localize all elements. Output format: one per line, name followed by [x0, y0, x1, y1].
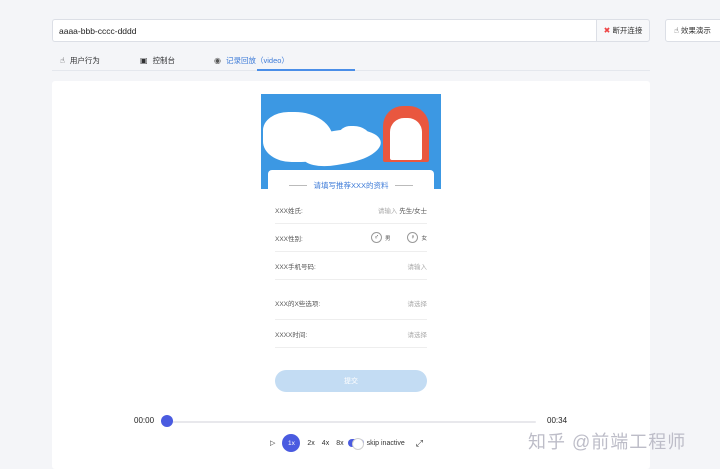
form-header: 请填写推荐XXX的资料 — [268, 170, 434, 189]
demo-button[interactable]: ☝ 效果演示 — [665, 19, 720, 42]
tab-video[interactable]: ◉ 记录回放（video） — [214, 50, 289, 71]
phone-row: XXX手机号码: 请输入 — [275, 252, 427, 280]
session-bar: ✖ 断开连接 — [52, 19, 650, 42]
disconnect-label: 断开连接 — [612, 26, 643, 35]
name-input[interactable]: 请输入 先生/女士 — [378, 205, 427, 215]
banner-illustration: 请填写推荐XXX的资料 — [261, 94, 441, 189]
tab-label: 记录回放（video） — [225, 56, 289, 65]
pointer-icon: ☝ — [60, 56, 65, 65]
phone-input[interactable]: 请输入 — [408, 261, 428, 271]
gender-label: XXX性别: — [275, 235, 303, 243]
play-icon[interactable]: ▷ — [270, 439, 275, 447]
name-suffix: 先生/女士 — [399, 207, 427, 215]
total-time: 00:34 — [547, 416, 568, 425]
demo-label: 效果演示 — [680, 26, 711, 35]
option-label: XXX的X些选项: — [275, 300, 321, 308]
female-label: 女 — [421, 235, 427, 242]
disconnect-icon: ✖ — [603, 26, 611, 35]
name-label: XXX姓氏: — [275, 207, 303, 215]
tab-label: 控制台 — [152, 56, 176, 65]
progress-handle[interactable] — [161, 415, 173, 427]
progress-track[interactable] — [163, 421, 536, 423]
submit-button[interactable]: 提交 — [275, 370, 427, 392]
speed-4x-button[interactable]: 4x — [322, 440, 329, 447]
current-time: 00:00 — [134, 416, 155, 425]
demo-icon: ☝ — [674, 26, 679, 35]
replay-panel: 请填写推荐XXX的资料 XXX姓氏: 请输入 先生/女士 XXX性别: ♂ 男 … — [52, 81, 650, 469]
skip-inactive-label: skip inactive — [366, 439, 405, 447]
speed-2x-button[interactable]: 2x — [307, 440, 314, 447]
replay-form-card: 请填写推荐XXX的资料 XXX姓氏: 请输入 先生/女士 XXX性别: ♂ 男 … — [261, 94, 441, 384]
player-controls: ▷ 1x 2x 4x 8x skip inactive ⤢ — [270, 434, 423, 452]
tab-console[interactable]: ▣ 控制台 — [140, 50, 175, 71]
speed-8x-button[interactable]: 8x — [336, 440, 343, 447]
skip-inactive-toggle[interactable] — [347, 438, 364, 450]
option-select[interactable]: 请选择 — [408, 298, 428, 308]
disconnect-button[interactable]: ✖ 断开连接 — [596, 19, 650, 42]
console-icon: ▣ — [140, 56, 148, 65]
male-label: 男 — [384, 235, 391, 242]
tab-label: 用户行为 — [69, 56, 100, 65]
time-select[interactable]: 请选择 — [408, 329, 428, 339]
session-id-input[interactable] — [52, 19, 596, 42]
name-row: XXX姓氏: 请输入 先生/女士 — [275, 196, 427, 224]
gender-row: XXX性别: ♂ 男 ♀ 女 — [275, 224, 427, 252]
watermark: 知乎 @前端工程师 — [528, 432, 687, 452]
fullscreen-icon[interactable]: ⤢ — [416, 438, 423, 449]
tab-user-behavior[interactable]: ☝ 用户行为 — [60, 50, 100, 71]
form-title: 请填写推荐XXX的资料 — [313, 180, 389, 190]
tab-active-indicator — [257, 69, 355, 71]
female-radio-icon[interactable]: ♀ — [407, 232, 419, 243]
time-label: XXXX时间: — [275, 331, 308, 339]
speed-1x-button[interactable]: 1x — [282, 434, 301, 452]
video-icon: ◉ — [214, 56, 221, 65]
time-row: XXXX时间: 请选择 — [275, 320, 427, 348]
option-row: XXX的X些选项: 请选择 — [275, 286, 427, 320]
phone-label: XXX手机号码: — [275, 263, 316, 271]
tab-bar: ☝ 用户行为 ▣ 控制台 ◉ 记录回放（video） — [52, 50, 650, 71]
male-radio-icon[interactable]: ♂ — [370, 232, 382, 243]
